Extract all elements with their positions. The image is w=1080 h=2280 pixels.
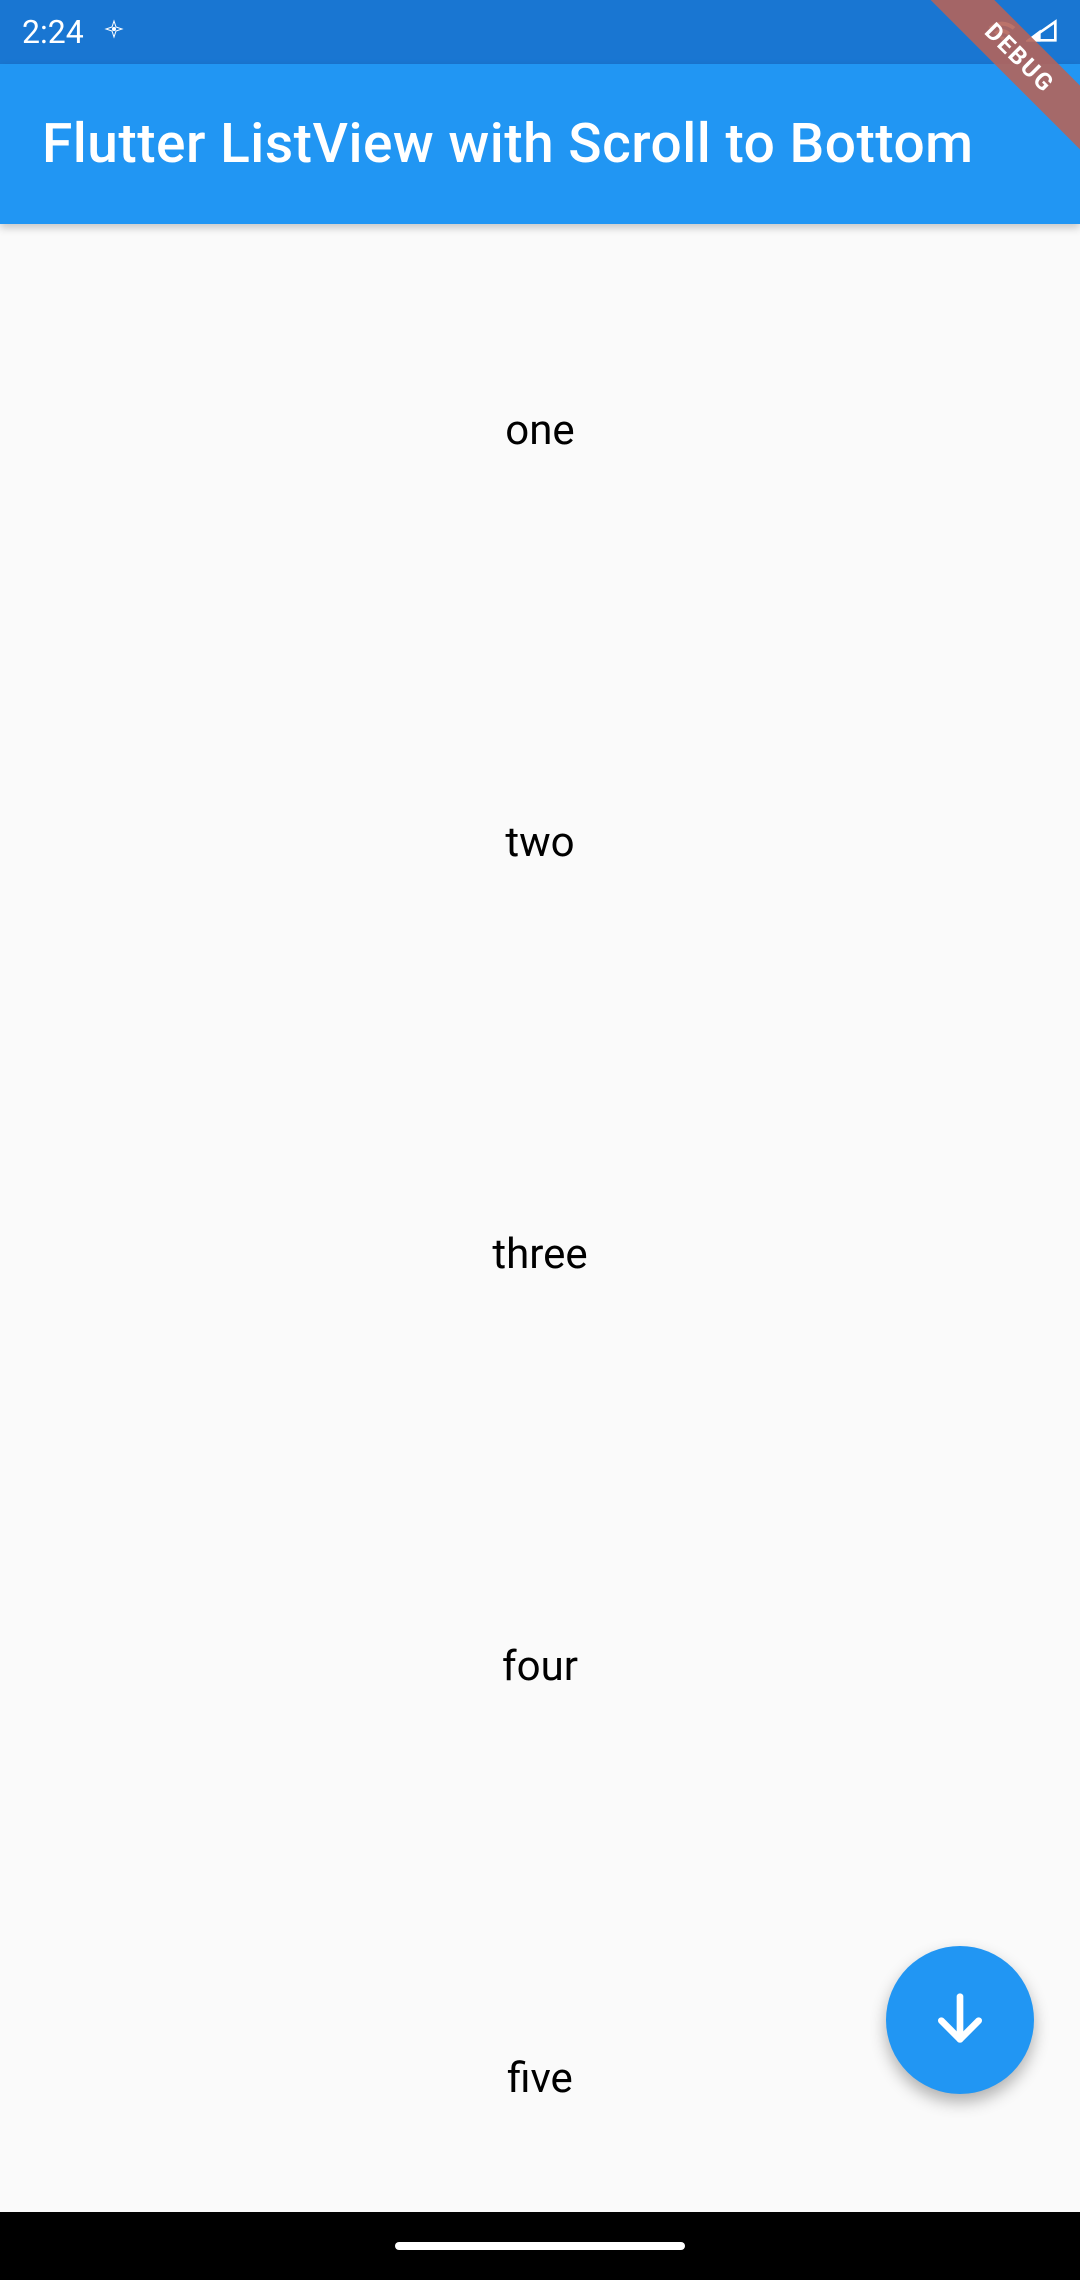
app-bar: Flutter ListView with Scroll to Bottom bbox=[0, 64, 1080, 224]
status-bar: 2:24 bbox=[0, 0, 1080, 64]
list-item-text: three bbox=[492, 1230, 587, 1279]
status-left: 2:24 bbox=[22, 13, 126, 51]
location-icon bbox=[102, 13, 126, 51]
nav-home-pill[interactable] bbox=[395, 2242, 685, 2250]
navigation-bar bbox=[0, 2212, 1080, 2280]
list-item: one bbox=[0, 224, 1080, 636]
list-item-text: five bbox=[507, 2054, 573, 2103]
list-view[interactable]: one two three four five bbox=[0, 224, 1080, 2212]
screen: 2:24 bbox=[0, 0, 1080, 2212]
scroll-to-bottom-button[interactable] bbox=[886, 1946, 1034, 2094]
device-frame: 2:24 bbox=[0, 0, 1080, 2280]
list-item: four bbox=[0, 1460, 1080, 1872]
signal-icon bbox=[1026, 13, 1058, 51]
status-time: 2:24 bbox=[22, 13, 84, 51]
list-item: two bbox=[0, 636, 1080, 1048]
wifi-icon bbox=[986, 13, 1018, 51]
list-item: three bbox=[0, 1048, 1080, 1460]
app-bar-title: Flutter ListView with Scroll to Bottom bbox=[42, 112, 974, 176]
arrow-down-icon bbox=[928, 1986, 992, 2054]
list-item-text: one bbox=[505, 406, 574, 455]
list-item-text: four bbox=[502, 1642, 578, 1691]
list-item-text: two bbox=[505, 818, 574, 867]
status-right bbox=[986, 13, 1058, 51]
